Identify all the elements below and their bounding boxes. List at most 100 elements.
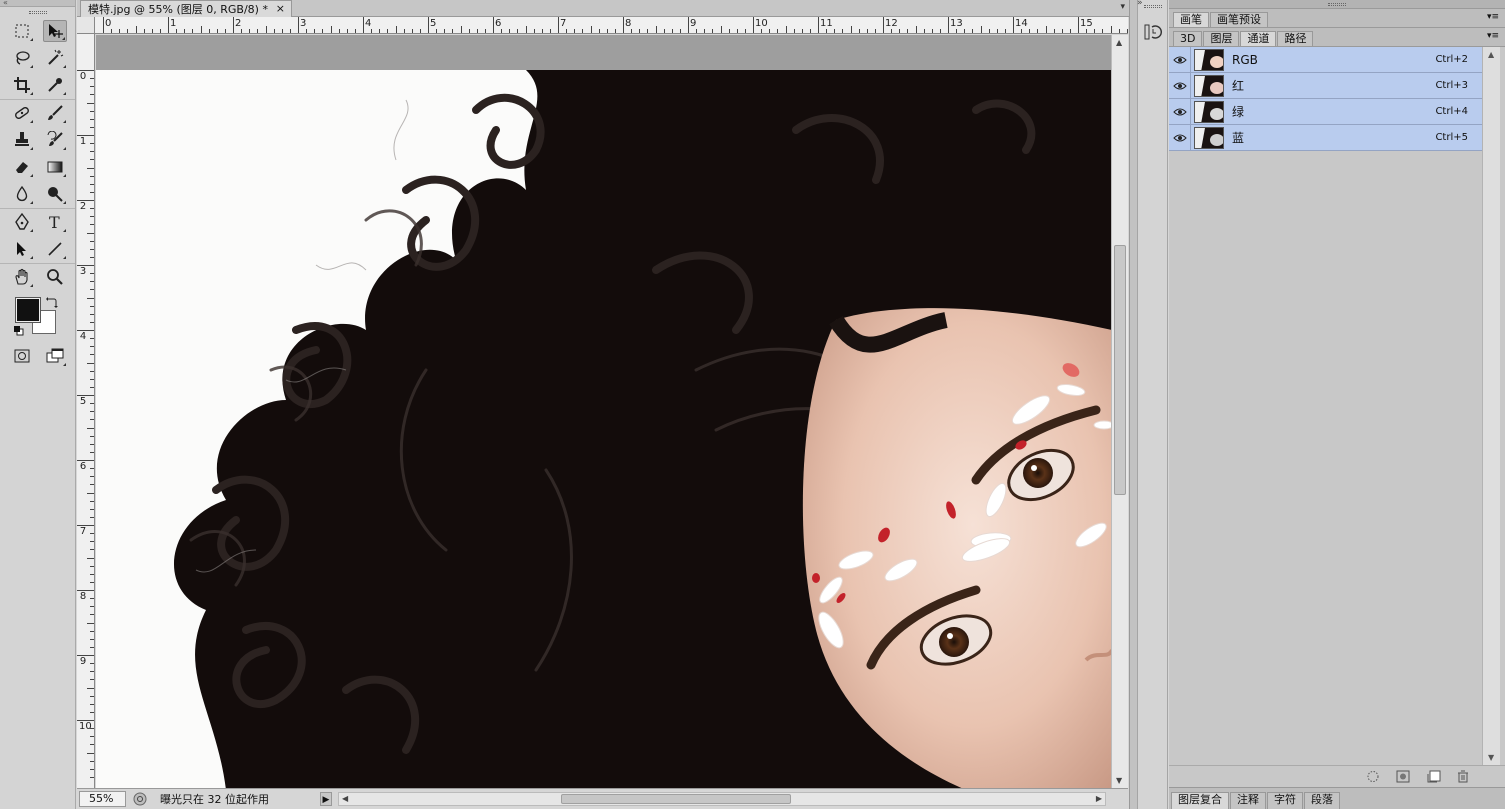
crop-icon[interactable] [10, 74, 34, 96]
channel-row[interactable]: RGB Ctrl+2 [1169, 46, 1482, 73]
ruler-minor-tick [590, 26, 592, 33]
ruler-tick [233, 17, 234, 33]
ruler-minor-tick [90, 663, 94, 665]
bottom-panel-tab[interactable]: 字符 [1267, 792, 1303, 809]
ruler-minor-tick [460, 26, 462, 33]
channels-panel-tab[interactable]: 通道 [1240, 31, 1277, 46]
ruler-origin[interactable] [77, 17, 95, 34]
ruler-minor-tick [1004, 29, 1006, 33]
line-icon[interactable] [43, 238, 67, 260]
ruler-minor-tick [598, 29, 600, 33]
dock-separator[interactable] [1129, 0, 1137, 809]
channel-row[interactable]: 绿 Ctrl+4 [1169, 98, 1482, 125]
visibility-eye-icon[interactable] [1169, 124, 1191, 151]
ruler-minor-tick [915, 26, 917, 33]
foreground-color-swatch[interactable] [15, 297, 41, 323]
ruler-tick [948, 17, 949, 33]
collapse-icon[interactable]: « [3, 0, 8, 7]
ruler-minor-tick [90, 744, 94, 746]
clone-stamp-icon[interactable] [10, 129, 34, 151]
bottom-panel-tab[interactable]: 段落 [1304, 792, 1340, 809]
save-selection-icon[interactable] [1396, 770, 1410, 783]
blur-icon[interactable] [10, 183, 34, 205]
pen-icon[interactable] [10, 211, 34, 233]
path-select-icon[interactable] [10, 238, 34, 260]
scroll-left-icon[interactable]: ◀ [342, 794, 348, 803]
vertical-ruler[interactable]: 0 1 2 3 4 5 6 7 8 9 10 [77, 34, 95, 788]
quick-mask-icon[interactable] [10, 345, 34, 367]
bottom-panel-tab[interactable]: 注释 [1230, 792, 1266, 809]
swap-colors-icon[interactable] [46, 296, 58, 308]
panel-menu-icon[interactable]: ▾≡ [1487, 12, 1499, 22]
ruler-minor-tick [127, 29, 129, 33]
status-menu-arrow[interactable]: ▶ [320, 791, 332, 806]
brush-icon[interactable] [43, 102, 67, 124]
ruler-minor-tick [90, 516, 94, 518]
channel-name: 蓝 [1232, 131, 1245, 145]
default-colors-icon[interactable] [14, 326, 24, 336]
type-icon[interactable]: T [43, 211, 67, 233]
move-icon[interactable] [43, 19, 67, 42]
ruler-minor-tick [964, 29, 966, 33]
bottom-panel-tab[interactable]: 图层复合 [1171, 792, 1229, 809]
channels-panel-tab[interactable]: 图层 [1203, 31, 1240, 46]
ruler-minor-tick [549, 29, 551, 33]
channels-panel-tab[interactable]: 3D [1173, 31, 1203, 46]
tabbar-menu-icon[interactable]: ▾ [1120, 2, 1125, 12]
zoom-field[interactable]: 55% [79, 790, 126, 807]
zoom-icon[interactable] [43, 266, 67, 288]
history-panel-icon[interactable] [1143, 22, 1163, 42]
history-brush-icon[interactable] [43, 129, 67, 151]
panels-grip[interactable] [1169, 0, 1505, 9]
load-selection-icon[interactable] [1366, 770, 1380, 783]
scroll-right-icon[interactable]: ▶ [1096, 794, 1102, 803]
horizontal-scroll-thumb[interactable] [561, 793, 791, 804]
document-image[interactable] [96, 70, 1112, 788]
document-info-icon[interactable] [132, 792, 148, 806]
ruler-minor-tick [931, 29, 933, 33]
channels-panel-tab[interactable]: 路径 [1277, 31, 1314, 46]
brush-panel-tab[interactable]: 画笔 [1173, 12, 1209, 27]
eraser-icon[interactable] [10, 156, 34, 178]
visibility-eye-icon[interactable] [1169, 98, 1191, 125]
horizontal-ruler[interactable]: 0 1 2 3 4 5 6 7 8 9 10 11 12 13 14 15 [95, 17, 1128, 34]
ruler-minor-tick [1118, 29, 1120, 33]
ruler-minor-tick [720, 26, 722, 33]
gradient-icon[interactable] [43, 156, 67, 178]
ruler-minor-tick [793, 29, 795, 33]
visibility-eye-icon[interactable] [1169, 46, 1191, 73]
panel-menu-icon[interactable]: ▾≡ [1487, 31, 1499, 41]
collapse-panels-icon[interactable]: » [1137, 0, 1143, 8]
ruler-minor-tick [809, 29, 811, 33]
dodge-icon[interactable] [43, 183, 67, 205]
screen-mode-icon[interactable] [43, 345, 67, 367]
brush-panel-tab[interactable]: 画笔预设 [1210, 12, 1268, 27]
scroll-up-icon[interactable]: ▲ [1116, 38, 1122, 47]
visibility-eye-icon[interactable] [1169, 72, 1191, 99]
scroll-down-icon[interactable]: ▼ [1488, 753, 1494, 762]
new-channel-icon[interactable] [1427, 770, 1441, 783]
delete-channel-icon[interactable] [1456, 770, 1470, 783]
channel-row[interactable]: 蓝 Ctrl+5 [1169, 124, 1482, 151]
scroll-up-icon[interactable]: ▲ [1488, 50, 1494, 59]
channel-row[interactable]: 红 Ctrl+3 [1169, 72, 1482, 99]
close-icon[interactable]: × [276, 2, 285, 15]
horizontal-scrollbar[interactable]: ◀ ▶ [338, 791, 1106, 806]
lasso-icon[interactable] [10, 47, 34, 69]
ruler-minor-tick [90, 728, 94, 730]
scroll-down-icon[interactable]: ▼ [1116, 776, 1122, 785]
hand-icon[interactable] [10, 266, 34, 288]
canvas-area[interactable] [96, 35, 1112, 788]
rect-marquee-icon[interactable] [10, 20, 34, 42]
healing-brush-icon[interactable] [10, 102, 34, 124]
channels-scrollbar[interactable]: ▲ ▼ [1482, 47, 1500, 765]
document-tab[interactable]: 模特.jpg @ 55% (图层 0, RGB/8) * × [80, 0, 292, 17]
vertical-scrollbar[interactable]: ▲ ▼ [1111, 35, 1128, 788]
eyedropper-icon[interactable] [43, 74, 67, 96]
ruler-minor-tick [90, 305, 94, 307]
vertical-scroll-thumb[interactable] [1114, 245, 1126, 495]
tools-panel-header[interactable]: « [0, 0, 75, 7]
tools-panel-grip[interactable] [0, 7, 75, 17]
magic-wand-icon[interactable] [43, 47, 67, 69]
ruler-minor-tick [452, 29, 454, 33]
